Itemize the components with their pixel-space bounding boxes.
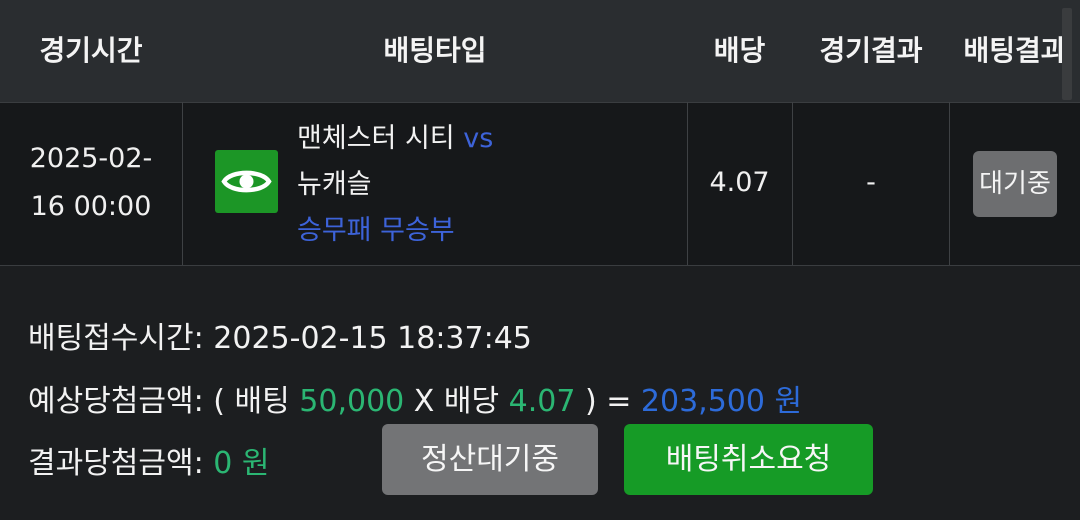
stake-amount: 50,000	[299, 384, 405, 419]
result-win-line: 결과당첨금액: 0 원	[28, 438, 270, 482]
header-game-result: 경기결과	[819, 34, 923, 67]
header-odds: 배당	[713, 34, 766, 67]
accepted-time-line: 배팅접수시간: 2025-02-15 18:37:45	[28, 313, 532, 357]
times-odds-label: X 배당	[413, 384, 500, 419]
eye-icon	[221, 170, 272, 193]
expected-win-line: 예상당첨금액: ( 배팅 50,000 X 배당 4.07 ) = 203,50…	[28, 376, 802, 420]
expected-amount: 203,500 원	[640, 384, 803, 419]
cancel-bet-request-button[interactable]: 배팅취소요청	[624, 424, 873, 495]
column-divider	[182, 102, 183, 265]
summary-odds: 4.07	[508, 384, 576, 419]
game-result-value: -	[866, 167, 876, 198]
game-time-cell: 2025-02- 16 00:00	[0, 102, 182, 264]
away-team: 뉴캐슬	[297, 169, 372, 200]
bet-type: 승무패 무승부	[297, 215, 455, 246]
game-time-date: 2025-02-	[29, 143, 153, 174]
home-team: 맨체스터 시티	[297, 123, 455, 154]
scrollbar[interactable]	[1062, 8, 1072, 100]
header-bet-result: 배팅결과	[963, 34, 1067, 67]
settle-pending-button[interactable]: 정산대기중	[382, 424, 598, 495]
bet-label: ( 배팅	[213, 384, 290, 419]
game-time-hour: 16 00:00	[30, 191, 152, 222]
bet-status-badge: 대기중	[973, 151, 1057, 217]
vs-label: vs	[463, 123, 494, 154]
view-bet-button[interactable]	[215, 150, 278, 213]
match-line: 맨체스터 시티 vs	[297, 116, 677, 162]
bet-type-cell: 맨체스터 시티 vs 뉴캐슬 승무패 무승부	[297, 116, 677, 254]
equals-label: ) =	[584, 384, 632, 419]
result-win-amount: 0 원	[213, 446, 270, 481]
accepted-time-label: 배팅접수시간:	[28, 321, 204, 356]
header-bet-type: 배팅타입	[383, 34, 487, 67]
expected-win-label: 예상당첨금액:	[28, 384, 204, 419]
accepted-time-value: 2025-02-15 18:37:45	[213, 321, 532, 356]
game-time: 2025-02- 16 00:00	[21, 135, 161, 231]
result-win-label: 결과당첨금액:	[28, 446, 204, 481]
odds-value: 4.07	[709, 167, 770, 198]
table-header: 경기시간 배팅타입 배당 경기결과 배팅결과	[0, 0, 1080, 102]
header-game-time: 경기시간	[39, 34, 143, 67]
column-divider	[949, 102, 950, 265]
